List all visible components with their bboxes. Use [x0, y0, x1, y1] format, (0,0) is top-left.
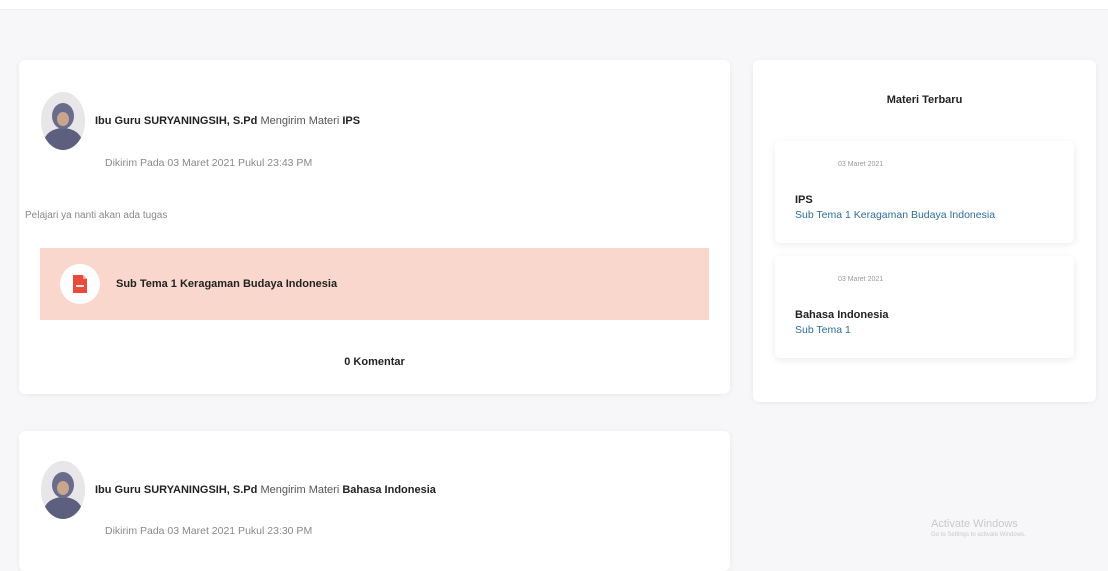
post-header: Ibu Guru SURYANINGSIH, S.Pd Mengirim Mat…	[95, 484, 436, 496]
post-action: Mengirim Materi	[260, 484, 340, 496]
material-subject: IPS	[795, 194, 813, 206]
post-date: Dikirim Pada 03 Maret 2021 Pukul 23:30 P…	[105, 525, 313, 537]
teacher-avatar[interactable]	[41, 92, 85, 150]
latest-materials-panel: Materi Terbaru 03 Maret 2021 IPS Sub Tem…	[753, 60, 1096, 402]
teacher-name: Ibu Guru SURYANINGSIH, S.Pd	[95, 484, 258, 496]
attachment-card[interactable]: Sub Tema 1 Keragaman Budaya Indonesia	[40, 248, 709, 320]
post-card: Ibu Guru SURYANINGSIH, S.Pd Mengirim Mat…	[19, 60, 730, 394]
top-navbar	[0, 0, 1108, 10]
post-subject: IPS	[342, 115, 361, 127]
post-message: Pelajari ya nanti akan ada tugas	[25, 210, 168, 221]
post-header: Ibu Guru SURYANINGSIH, S.Pd Mengirim Mat…	[95, 115, 360, 127]
material-topic-link[interactable]: Sub Tema 1	[795, 324, 851, 336]
latest-material-item[interactable]: 03 Maret 2021 IPS Sub Tema 1 Keragaman B…	[775, 141, 1074, 243]
material-topic-link[interactable]: Sub Tema 1 Keragaman Budaya Indonesia	[795, 209, 995, 221]
material-date: 03 Maret 2021	[838, 276, 884, 283]
latest-material-item[interactable]: 03 Maret 2021 Bahasa Indonesia Sub Tema …	[775, 256, 1074, 358]
material-subject: Bahasa Indonesia	[795, 309, 889, 321]
comments-count[interactable]: 0 Komentar	[19, 356, 730, 368]
post-action: Mengirim Materi	[260, 115, 340, 127]
pdf-file-icon	[60, 264, 100, 304]
teacher-avatar[interactable]	[41, 461, 85, 519]
attachment-title: Sub Tema 1 Keragaman Budaya Indonesia	[116, 278, 338, 290]
sidebar-title: Materi Terbaru	[886, 94, 963, 106]
windows-activation-watermark: Activate Windows Go to Settings to activ…	[931, 518, 1026, 538]
material-date: 03 Maret 2021	[838, 161, 884, 168]
watermark-subtitle: Go to Settings to activate Windows.	[931, 532, 1026, 538]
watermark-title: Activate Windows	[931, 518, 1018, 530]
post-subject: Bahasa Indonesia	[342, 484, 436, 496]
teacher-name: Ibu Guru SURYANINGSIH, S.Pd	[95, 115, 258, 127]
post-date: Dikirim Pada 03 Maret 2021 Pukul 23:43 P…	[105, 157, 313, 169]
post-card: Ibu Guru SURYANINGSIH, S.Pd Mengirim Mat…	[19, 431, 730, 571]
